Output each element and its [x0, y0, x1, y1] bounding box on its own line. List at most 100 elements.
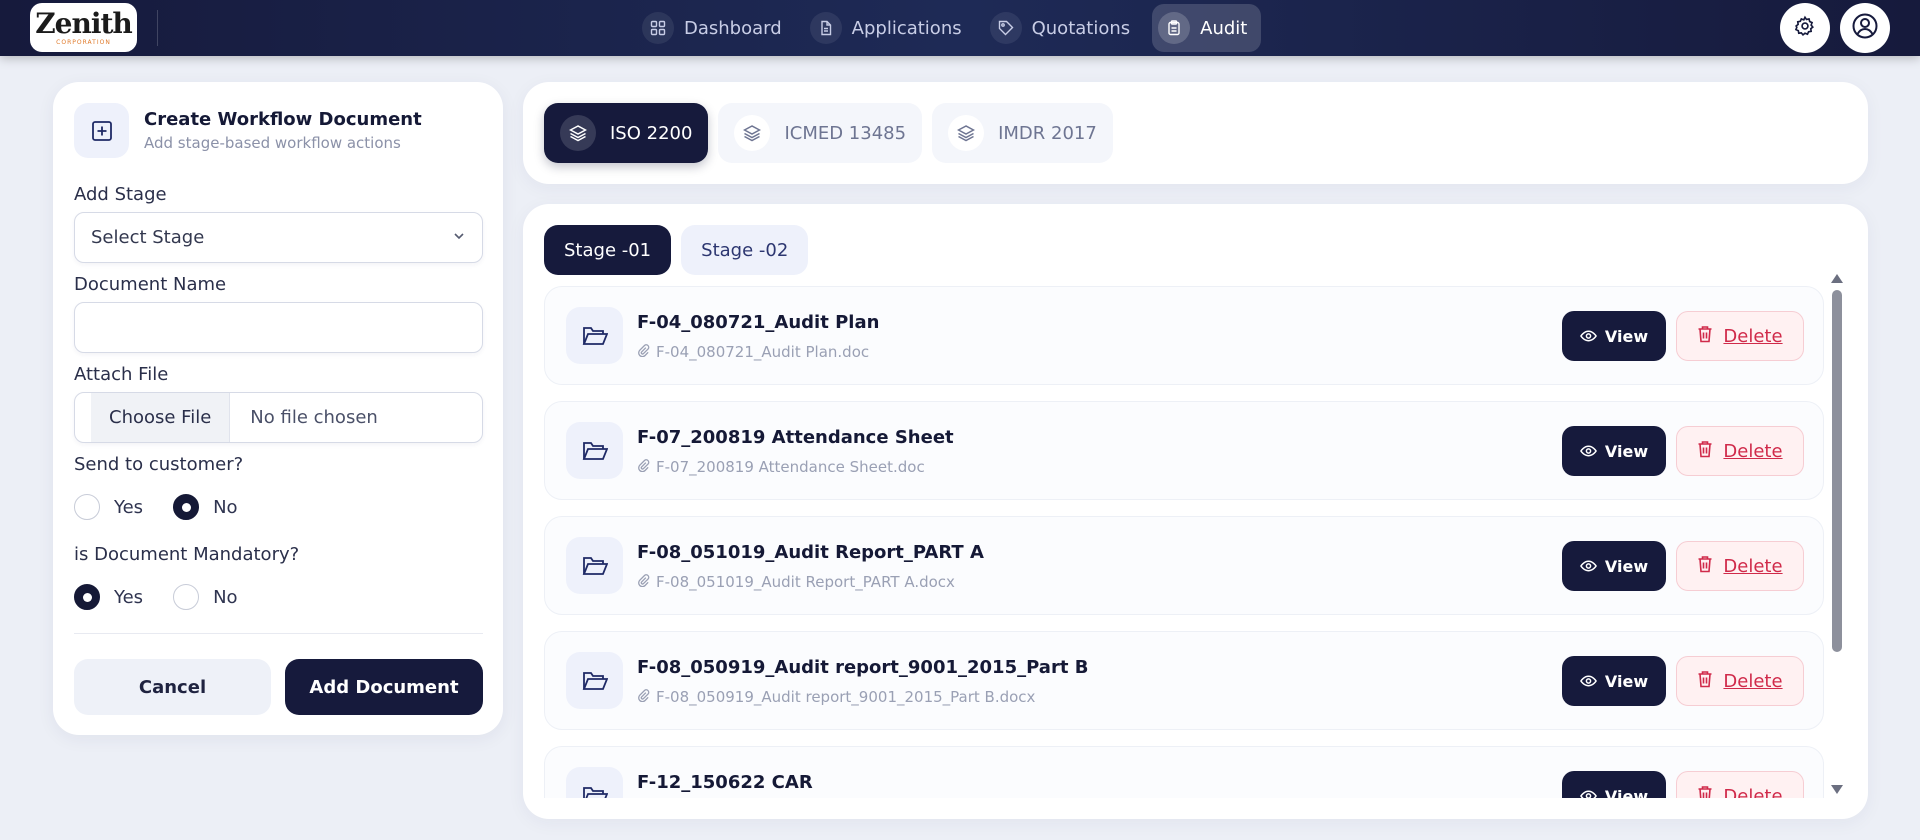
clipboard-icon	[1158, 12, 1191, 44]
view-label: View	[1604, 671, 1649, 691]
tab-icmed-13485[interactable]: ICMED 13485	[718, 103, 923, 163]
delete-label: Delete	[1723, 670, 1783, 692]
document-row: F-08_051019_Audit Report_PART A F-08_051…	[544, 516, 1824, 615]
trash-icon	[1697, 555, 1713, 578]
document-icon	[809, 12, 842, 44]
view-button[interactable]: View	[1562, 656, 1666, 706]
view-button[interactable]: View	[1562, 771, 1666, 798]
document-row: F-08_050919_Audit report_9001_2015_Part …	[544, 631, 1824, 730]
delete-button[interactable]: Delete	[1676, 656, 1804, 706]
send-yes-radio[interactable]	[74, 494, 100, 520]
radio-label: Yes	[114, 586, 144, 608]
topbar-divider	[157, 10, 158, 46]
send-to-customer-radios: Yes No	[74, 494, 268, 520]
nav-item-dashboard[interactable]: Dashboard	[636, 4, 796, 52]
stage-tabs: Stage -01 Stage -02	[544, 225, 809, 275]
tab-stage-02[interactable]: Stage -02	[681, 225, 809, 275]
delete-label: Delete	[1723, 555, 1783, 577]
send-no-radio[interactable]	[173, 494, 200, 520]
view-button[interactable]: View	[1562, 426, 1666, 476]
trash-icon	[1697, 325, 1713, 348]
delete-button[interactable]: Delete	[1676, 311, 1804, 361]
main-nav: Dashboard Applications Quotations Audit	[636, 4, 1262, 52]
profile-button[interactable]	[1840, 3, 1890, 53]
mandatory-no-radio[interactable]	[173, 584, 200, 610]
delete-button[interactable]: Delete	[1676, 426, 1804, 476]
scroll-up-arrow[interactable]	[1831, 274, 1843, 283]
mandatory-label: is Document Mandatory?	[74, 544, 300, 565]
document-list[interactable]: F-04_080721_Audit Plan F-04_080721_Audit…	[544, 286, 1824, 798]
add-document-button[interactable]: Add Document	[285, 659, 483, 715]
scroll-down-arrow[interactable]	[1831, 785, 1843, 794]
view-button[interactable]: View	[1562, 311, 1666, 361]
standards-tabs: ISO 2200 ICMED 13485 IMDR 2017	[544, 103, 1113, 163]
document-title: F-07_200819 Attendance Sheet	[637, 427, 954, 448]
plus-square-icon	[74, 103, 129, 158]
tab-label: ISO 2200	[610, 122, 693, 144]
document-file-name: F-08_051019_Audit Report_PART A.docx	[656, 573, 955, 591]
nav-label: Quotations	[1031, 17, 1131, 39]
radio-label: No	[213, 586, 238, 608]
zenith-logo[interactable]: Zenith CORPORATION	[30, 3, 137, 52]
document-name-input[interactable]	[74, 302, 483, 353]
nav-item-applications[interactable]: Applications	[804, 4, 976, 52]
radio-label: No	[213, 496, 238, 518]
tab-label: ICMED 13485	[784, 122, 907, 144]
gear-icon	[1794, 15, 1816, 41]
layers-icon	[948, 115, 985, 151]
view-button[interactable]: View	[1562, 541, 1666, 591]
layers-icon	[560, 115, 596, 151]
tab-label: IMDR 2017	[998, 122, 1097, 144]
nav-item-quotations[interactable]: Quotations	[984, 4, 1145, 52]
cancel-button[interactable]: Cancel	[74, 659, 271, 715]
tab-stage-01[interactable]: Stage -01	[544, 225, 672, 275]
tab-imdr-2017[interactable]: IMDR 2017	[932, 103, 1113, 163]
nav-item-audit[interactable]: Audit	[1152, 4, 1262, 52]
standards-card: ISO 2200 ICMED 13485 IMDR 2017	[523, 82, 1868, 184]
view-label: View	[1604, 326, 1649, 346]
tag-icon	[989, 12, 1022, 44]
nav-label: Audit	[1200, 17, 1248, 39]
document-file-name: F-04_080721_Audit Plan.doc	[656, 343, 870, 361]
folder-open-icon	[566, 422, 623, 479]
document-file-name: F-08_050919_Audit report_9001_2015_Part …	[656, 688, 1036, 706]
view-label: View	[1604, 441, 1649, 461]
card-subtitle: Add stage-based workflow actions	[144, 134, 401, 152]
top-navbar: Zenith CORPORATION Dashboard Application…	[0, 0, 1920, 56]
logo-text: Zenith	[35, 6, 133, 40]
delete-button[interactable]: Delete	[1676, 541, 1804, 591]
stage-select-value: Select Stage	[91, 227, 205, 248]
delete-label: Delete	[1723, 325, 1783, 347]
eye-icon	[1579, 787, 1597, 798]
choose-file-button[interactable]: Choose File	[91, 393, 231, 442]
user-circle-icon	[1851, 12, 1879, 44]
nav-label: Dashboard	[684, 17, 782, 39]
document-file-name: F-07_200819 Attendance Sheet.doc	[656, 458, 925, 476]
view-label: View	[1604, 556, 1649, 576]
document-file: F-08_050919_Audit report_9001_2015_Part …	[637, 688, 1035, 706]
folder-open-icon	[566, 767, 623, 798]
layers-icon	[734, 115, 771, 151]
mandatory-radios: Yes No	[74, 584, 268, 610]
stage-select[interactable]: Select Stage	[74, 212, 483, 263]
scroll-thumb[interactable]	[1832, 290, 1842, 652]
paperclip-icon	[637, 688, 650, 706]
document-file: F-04_080721_Audit Plan.doc	[637, 343, 869, 361]
tab-iso-2200[interactable]: ISO 2200	[544, 103, 709, 163]
card-divider	[74, 633, 483, 634]
documents-card: Stage -01 Stage -02 F-04_080721_Audit Pl…	[523, 204, 1868, 819]
settings-button[interactable]	[1780, 3, 1830, 53]
eye-icon	[1579, 672, 1597, 691]
document-title: F-04_080721_Audit Plan	[637, 312, 880, 333]
send-to-customer-label: Send to customer?	[74, 454, 244, 475]
card-title: Create Workflow Document	[144, 109, 422, 130]
document-list-scrollbar[interactable]	[1830, 274, 1844, 794]
document-title: F-12_150622 CAR	[637, 772, 813, 793]
document-row: F-04_080721_Audit Plan F-04_080721_Audit…	[544, 286, 1824, 385]
mandatory-yes-radio[interactable]	[74, 584, 100, 610]
grid-icon	[642, 12, 674, 44]
folder-open-icon	[566, 652, 623, 709]
delete-button[interactable]: Delete	[1676, 771, 1804, 798]
file-input[interactable]: Choose File No file chosen	[74, 392, 483, 443]
stage-label: Add Stage	[74, 184, 167, 205]
